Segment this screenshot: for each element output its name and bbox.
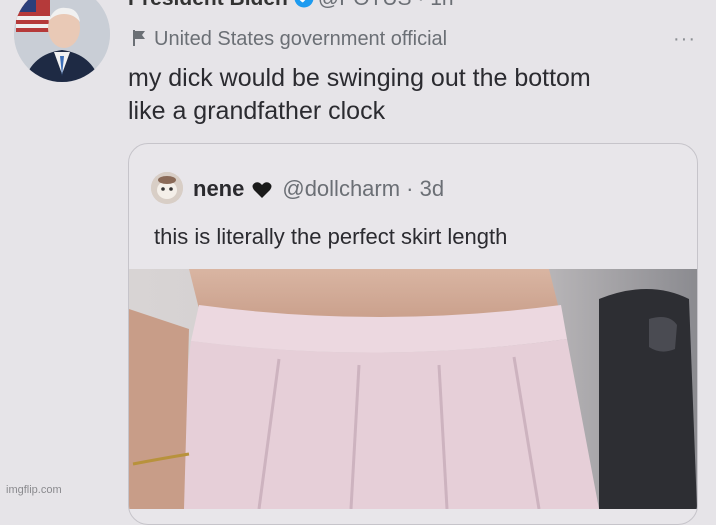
government-label-text: United States government official xyxy=(154,28,448,50)
quoted-tweet-header: nene @dollcharm · 3d xyxy=(151,172,444,205)
government-label: United States government official xyxy=(132,28,447,53)
more-options-icon[interactable]: ··· xyxy=(673,28,696,51)
government-flag-icon xyxy=(132,29,146,53)
author-name[interactable]: President Biden xyxy=(128,0,288,10)
author-handle-time[interactable]: @POTUS · 1h xyxy=(318,0,454,10)
quoted-tweet-card[interactable]: nene @dollcharm · 3d this is literally th… xyxy=(128,143,698,525)
heart-icon xyxy=(252,179,272,205)
verified-badge-icon xyxy=(294,0,314,14)
quoted-tweet-photo[interactable] xyxy=(129,269,697,510)
author-avatar[interactable] xyxy=(14,0,110,82)
tweet-text-line-1: my dick would be swinging out the bottom xyxy=(128,64,591,92)
quoted-author-avatar[interactable] xyxy=(151,172,183,204)
imgflip-watermark: imgflip.com xyxy=(6,484,62,496)
quoted-author-handle-time[interactable]: @dollcharm · 3d xyxy=(282,176,444,201)
tweet-header: President Biden @POTUS · 1h xyxy=(128,0,696,17)
quoted-tweet-text: this is literally the perfect skirt leng… xyxy=(154,224,508,249)
tweet-text: my dick would be swinging out the bottom… xyxy=(128,62,688,128)
tweet-text-line-2: like a grandfather clock xyxy=(128,97,386,125)
quoted-author-name[interactable]: nene xyxy=(193,176,244,201)
